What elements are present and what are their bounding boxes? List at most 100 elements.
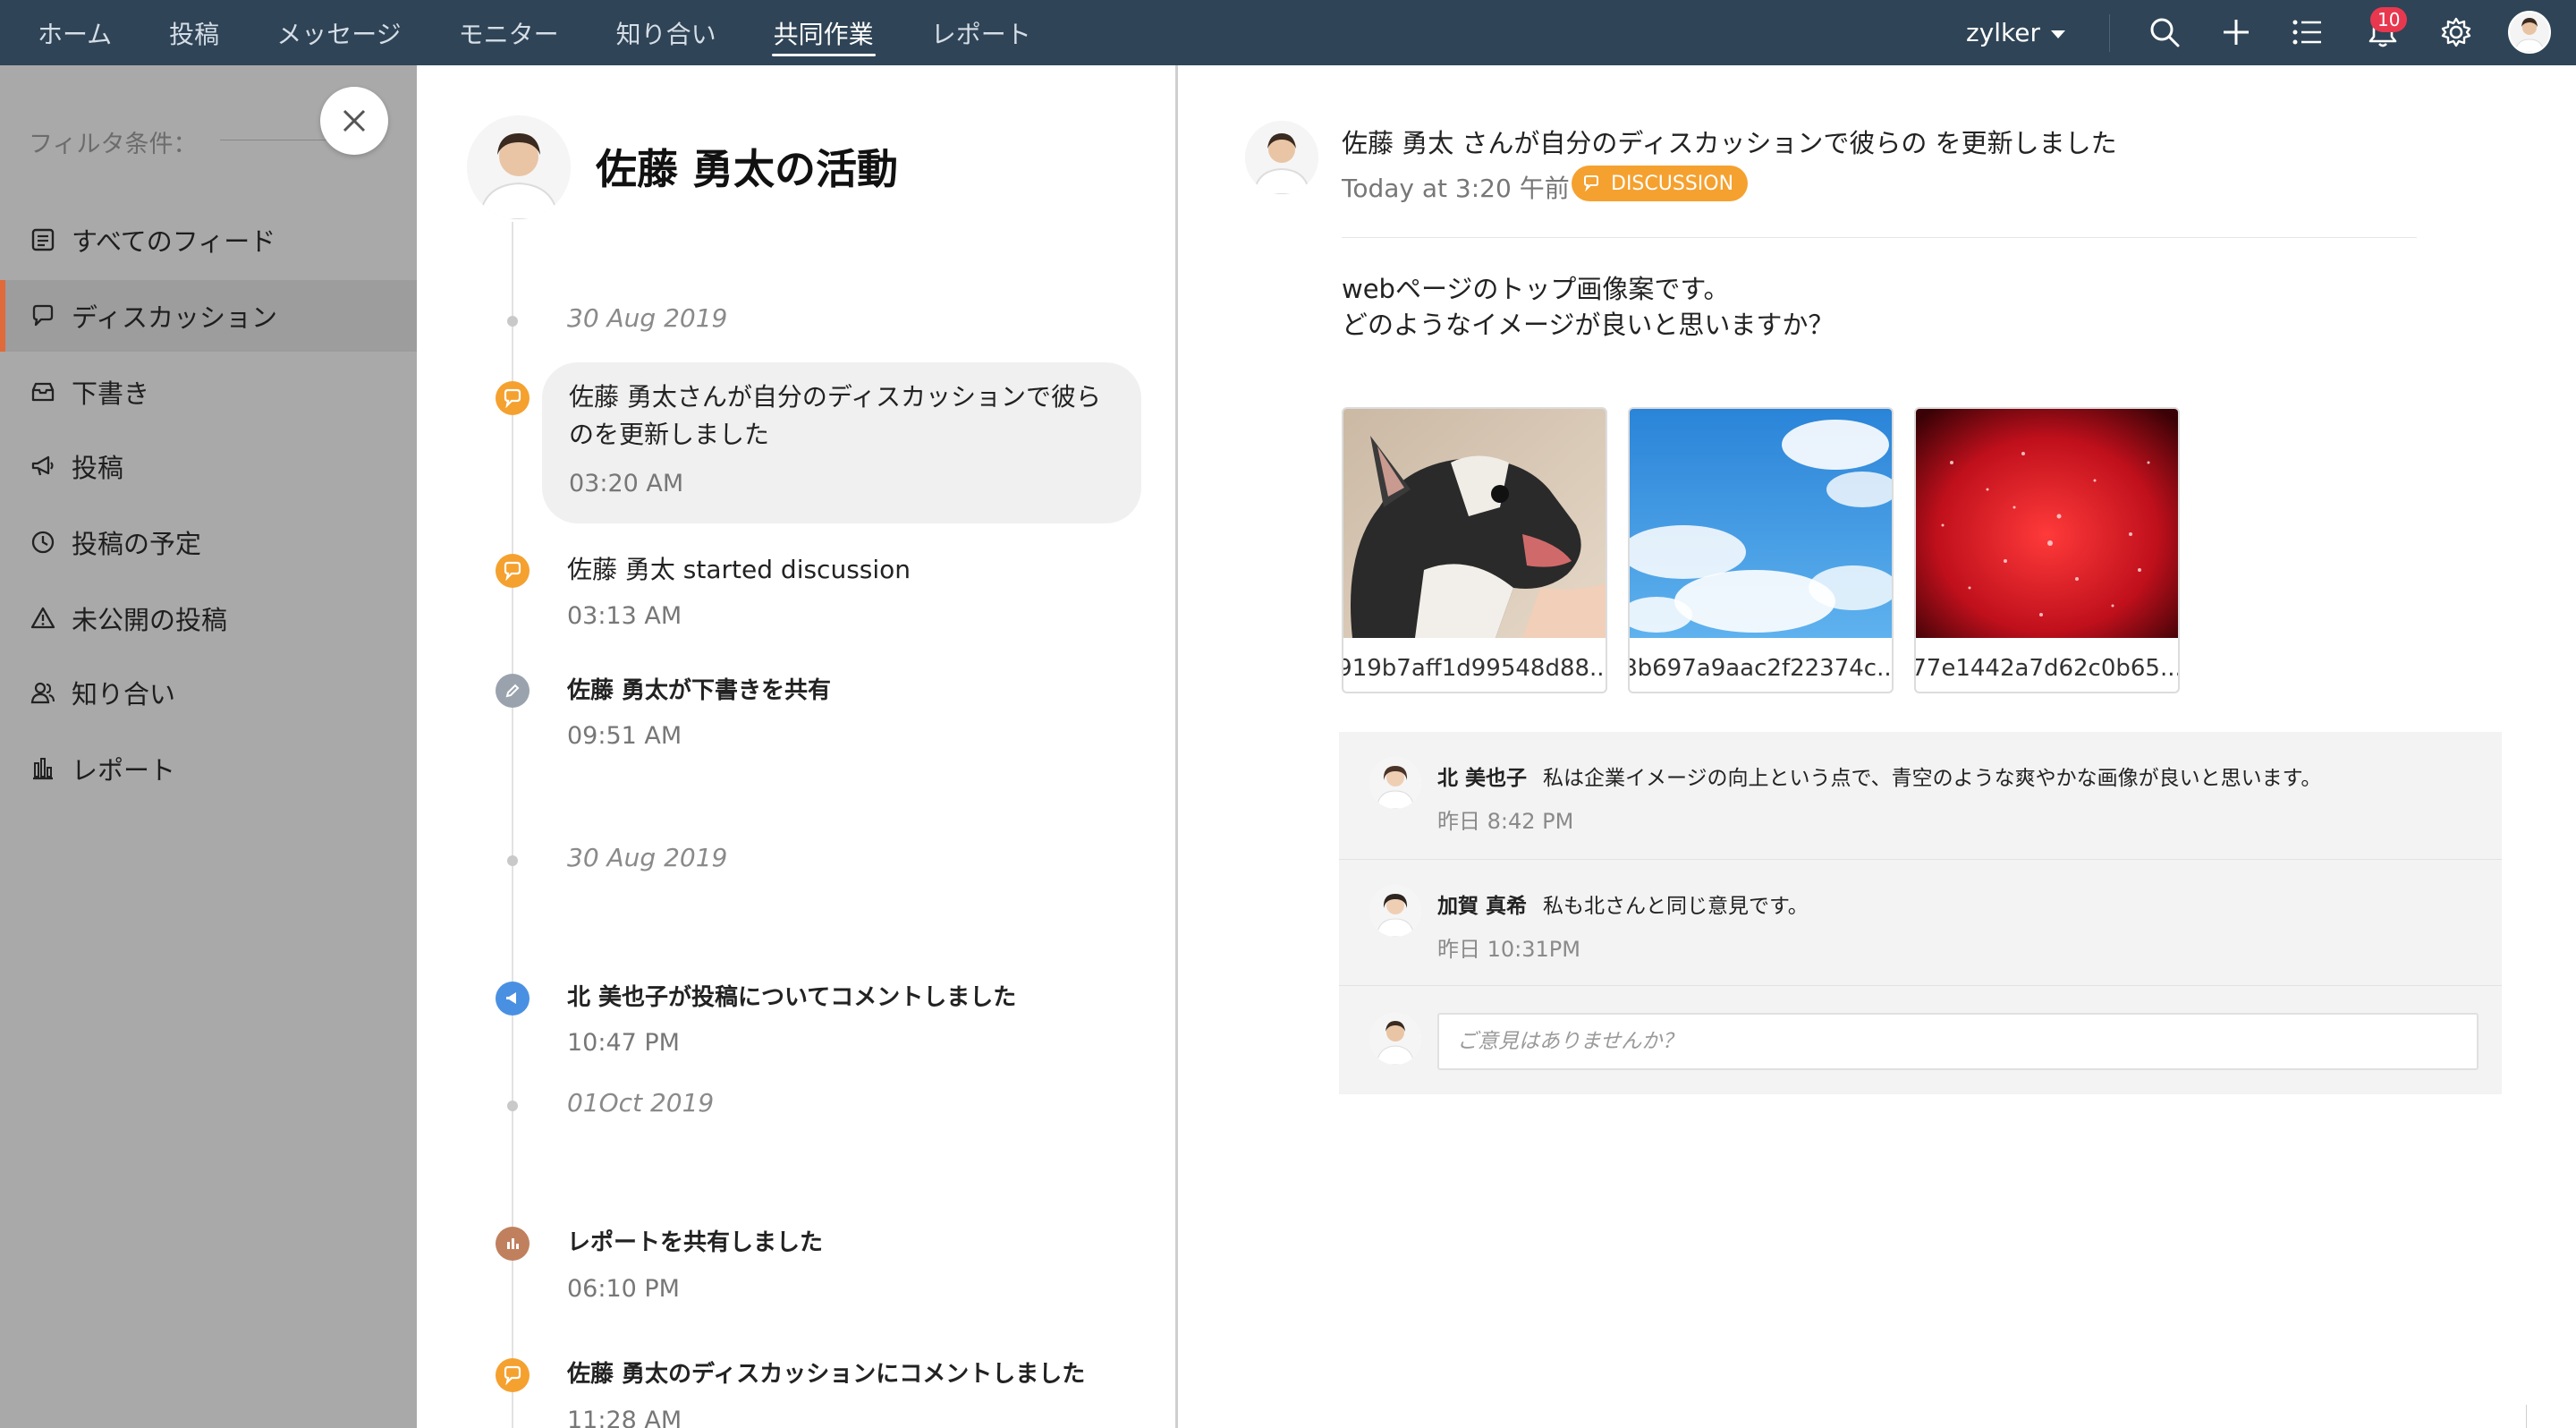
close-button[interactable] (320, 87, 388, 155)
megaphone-icon (496, 982, 530, 1016)
list-icon[interactable] (2288, 13, 2327, 52)
sidebar-item-label: すべてのフィード (72, 226, 276, 257)
post-headline: 佐藤 勇太 さんが自分のディスカッションで彼らの を更新しました (1342, 128, 2117, 158)
sidebar-item-unpublished[interactable]: 未公開の投稿 (0, 582, 417, 654)
timeline-entry-text[interactable]: 佐藤 勇太さんが自分のディスカッションで彼らのを更新しました (569, 378, 1123, 454)
author-avatar[interactable] (1245, 121, 1318, 194)
commenter-name[interactable]: 加賀 真希 (1437, 895, 1527, 918)
comment-time: 昨日 10:31PM (1437, 937, 1580, 962)
activity-panel: 佐藤 勇太の活動 30 Aug 2019 佐藤 勇太さんが自分のディスカッション… (417, 65, 1178, 1428)
attachment-filename: 919b7aff1d99548d88... (1342, 655, 1607, 682)
search-icon[interactable] (2145, 13, 2184, 52)
attachment-filename: 8b697a9aac2f22374c... (1628, 655, 1894, 682)
discussion-icon (1582, 174, 1602, 192)
comment-text-line: 北 美也子 私は企業イメージの向上という点で、青空のような爽やかな画像が良いと思い… (1437, 761, 2321, 791)
timeline-entry-time: 09:51 AM (567, 722, 682, 750)
timeline-entry-text[interactable]: レポートを共有しました (567, 1224, 1140, 1262)
comment-item: 加賀 真希 私も北さんと同じ意見です。 昨日 10:31PM (1339, 859, 2502, 984)
discussion-tag[interactable]: DISCUSSION (1572, 166, 1749, 201)
timeline-entry-text[interactable]: 佐藤 勇太が下書きを共有 (567, 672, 1140, 710)
plus-icon[interactable] (2216, 13, 2256, 52)
comment-input[interactable] (1437, 1013, 2479, 1070)
timeline-date: 30 Aug 2019 (567, 843, 728, 872)
post-detail: 佐藤 勇太 さんが自分のディスカッションで彼らの を更新しました Today a… (1181, 65, 2576, 1428)
discussion-icon (496, 554, 530, 588)
sidebar-item-posts[interactable]: 投稿 (0, 430, 417, 502)
sidebar-item-label: 投稿 (72, 453, 124, 483)
report-icon (29, 754, 57, 783)
post-body: webページのトップ画像案です。 どのようなイメージが良いと思いますか？ (1342, 271, 1834, 343)
discussion-icon (29, 302, 57, 330)
sidebar-item-reports[interactable]: レポート (0, 733, 417, 804)
comments-section: 北 美也子 私は企業イメージの向上という点で、青空のような爽やかな画像が良いと思い… (1339, 732, 2502, 1094)
post-date: Today at 3:20 午前 (1342, 174, 1570, 203)
nav-posts[interactable]: 投稿 (169, 0, 219, 65)
warning-icon (29, 604, 57, 633)
close-icon (343, 109, 366, 132)
user-avatar[interactable] (2508, 11, 2551, 54)
red-sparkle-image (1916, 409, 2178, 638)
comment-text: 私は企業イメージの向上という点で、青空のような爽やかな画像が良いと思います。 (1543, 767, 2322, 790)
sidebar-item-drafts[interactable]: 下書き (0, 356, 417, 428)
comment-time: 昨日 8:42 PM (1437, 809, 1574, 834)
timeline-entry-time: 10:47 PM (567, 1029, 680, 1057)
pencil-icon (496, 674, 530, 708)
tag-label: DISCUSSION (1611, 172, 1734, 195)
org-name: zylker (1966, 18, 2041, 47)
comment-text-line: 加賀 真希 私も北さんと同じ意見です。 (1437, 888, 1809, 919)
timeline-dot (507, 316, 518, 327)
sidebar-item-label: 下書き (72, 378, 150, 409)
report-icon (496, 1227, 530, 1261)
sidebar-item-label: 投稿の予定 (72, 529, 202, 559)
commenter-avatar[interactable] (1369, 757, 1421, 809)
clock-icon (29, 528, 57, 557)
sidebar-item-label: レポート (72, 755, 176, 786)
timeline-entry-text[interactable]: 佐藤 勇太のディスカッションにコメントしました (567, 1356, 1140, 1393)
commenter-name[interactable]: 北 美也子 (1437, 767, 1527, 790)
sidebar-item-connections[interactable]: 知り合い (0, 657, 417, 728)
discussion-icon (496, 381, 530, 415)
page-title: 佐藤 勇太の活動 (596, 145, 899, 193)
sky-image (1630, 409, 1892, 638)
nav-messages[interactable]: メッセージ (276, 0, 401, 65)
attachment-filename: 77e1442a7d62c0b65... (1914, 655, 2180, 682)
nav-monitor[interactable]: モニター (459, 0, 559, 65)
nav-home[interactable]: ホーム (38, 0, 112, 65)
comment-item: 北 美也子 私は企業イメージの向上という点で、青空のような爽やかな画像が良いと思い… (1339, 732, 2502, 857)
top-navigation-bar: ホーム 投稿 メッセージ モニター 知り合い 共同作業 レポート zylker … (0, 0, 2576, 65)
post-body-line: どのようなイメージが良いと思いますか？ (1342, 310, 1835, 340)
comment-text: 私も北さんと同じ意見です。 (1543, 895, 1809, 918)
org-switcher[interactable]: zylker (1966, 0, 2066, 65)
timeline-date: 01Oct 2019 (567, 1088, 715, 1118)
nav-collaboration[interactable]: 共同作業 (771, 0, 876, 65)
gear-icon[interactable] (2436, 13, 2476, 52)
filter-label: フィルタ条件： (29, 131, 198, 158)
attachment-card[interactable]: 8b697a9aac2f22374c... (1628, 407, 1894, 693)
timeline-entry-time: 06:10 PM (567, 1275, 680, 1303)
sidebar-item-all-feeds[interactable]: すべてのフィード (0, 204, 417, 276)
sidebar-item-label: 知り合い (72, 679, 176, 710)
timeline-entry-text[interactable]: 北 美也子が投稿についてコメントしました (567, 979, 1140, 1016)
attachment-card[interactable]: 919b7aff1d99548d88... (1342, 407, 1607, 693)
post-body-line: webページのトップ画像案です。 (1342, 274, 1730, 304)
profile-avatar (467, 115, 571, 219)
nav-reports[interactable]: レポート (931, 0, 1031, 65)
timeline-entry-time: 11:28 AM (567, 1407, 682, 1428)
caret-down-icon (2051, 30, 2066, 38)
nav-connections[interactable]: 知り合い (616, 0, 716, 65)
current-user-avatar (1369, 1013, 1421, 1065)
commenter-avatar[interactable] (1369, 885, 1421, 937)
attachment-card[interactable]: 77e1442a7d62c0b65... (1914, 407, 2180, 693)
notification-badge: 10 (2370, 7, 2408, 32)
sidebar-item-scheduled[interactable]: 投稿の予定 (0, 506, 417, 578)
timeline-date: 30 Aug 2019 (567, 303, 728, 333)
timeline-entry-text[interactable]: 佐藤 勇太 started discussion (567, 551, 1140, 589)
sidebar-item-discussion[interactable]: ディスカッション (0, 280, 417, 352)
divider (1342, 237, 2417, 238)
feed-icon (29, 225, 57, 254)
discussion-icon (496, 1358, 530, 1392)
timeline-dot (507, 855, 518, 866)
timeline-entry-time: 03:13 AM (567, 602, 682, 630)
megaphone-icon (29, 452, 57, 480)
people-icon (29, 678, 57, 707)
